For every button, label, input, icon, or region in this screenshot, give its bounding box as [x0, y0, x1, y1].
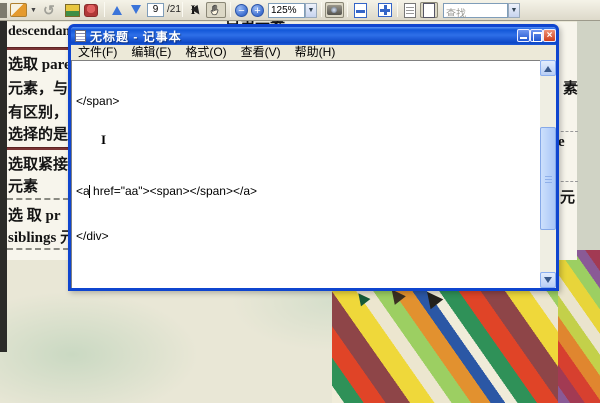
close-button[interactable]: ×	[543, 29, 556, 42]
continuous-layout-icon	[404, 2, 416, 18]
single-page-layout-button[interactable]	[420, 2, 438, 18]
menu-help[interactable]: 帮助(H)	[288, 45, 343, 60]
send-button[interactable]	[10, 2, 27, 18]
previous-page-button[interactable]	[109, 2, 125, 18]
table-dashed-line	[556, 131, 578, 132]
select-text-tool[interactable]: I	[187, 2, 205, 20]
send-icon	[10, 3, 27, 17]
table-dashed-line	[7, 198, 69, 200]
notepad-titlebar[interactable]: 无标题 - 记事本	[71, 27, 556, 45]
doc-text-fragment: 素	[563, 81, 579, 97]
pdf-toolbar: ▼ ↺ 9 /21 I − + 125% ▼ 查找 ▼	[0, 0, 600, 21]
notepad-scrollbar[interactable]	[540, 60, 556, 288]
code-line: <a href="aa"><span></span></a>	[76, 184, 258, 198]
zoom-out-icon: −	[235, 3, 248, 17]
menu-format[interactable]: 格式(O)	[178, 45, 233, 60]
toolbar-separator	[182, 2, 183, 17]
fit-width-icon	[354, 2, 367, 18]
doc-text-line: siblings 元	[8, 230, 76, 246]
highlighter-button[interactable]	[65, 2, 80, 18]
code-line: </span>	[76, 94, 120, 108]
table-dashed-line	[7, 248, 69, 250]
screen: 兄弟元素 descendant 选取 pare 元素，与 有区别， 选择的是 选…	[0, 0, 600, 403]
zoom-in-button[interactable]: +	[250, 2, 265, 18]
find-dropdown-arrow[interactable]: ▼	[508, 3, 520, 18]
doc-text-line: 选取紧接	[8, 157, 69, 173]
menu-file[interactable]: 文件(F)	[71, 45, 124, 60]
minimize-button[interactable]	[517, 29, 530, 42]
previous-page-icon	[112, 1, 122, 15]
highlighter-icon	[65, 3, 80, 17]
fit-width-button[interactable]	[352, 2, 369, 18]
notepad-window: 无标题 - 记事本 × 文件(F) 编辑(E) 格式(O) 查看(V) 帮助(H…	[68, 24, 559, 291]
zoom-in-icon: +	[251, 3, 264, 17]
menu-view[interactable]: 查看(V)	[234, 45, 288, 60]
toolbar-separator	[397, 2, 398, 17]
find-input[interactable]: 查找	[443, 3, 508, 20]
maximize-button[interactable]	[530, 29, 543, 42]
table-border-line	[7, 47, 69, 50]
fit-page-button[interactable]	[376, 2, 393, 18]
send-dropdown-arrow[interactable]: ▼	[29, 2, 38, 18]
camera-lens	[331, 7, 337, 13]
ibeam-mouse-cursor: I	[101, 132, 107, 147]
menu-edit[interactable]: 编辑(E)	[124, 45, 178, 60]
zoom-level-combobox[interactable]: 125%	[268, 3, 305, 18]
snapshot-button[interactable]	[325, 2, 344, 18]
clipped-toolbar-icon[interactable]	[0, 2, 7, 18]
doc-text-line: 选 取 pr	[8, 208, 61, 224]
zoom-dropdown-arrow[interactable]: ▼	[305, 3, 317, 18]
doc-text-line: 元素，与	[8, 81, 69, 97]
toolbar-separator	[230, 2, 231, 17]
snapshot-camera-icon	[327, 5, 342, 15]
table-border-line	[7, 147, 69, 150]
toolbar-separator	[347, 2, 348, 17]
stamp-icon	[84, 3, 98, 17]
doc-text-descendant: descendant	[8, 24, 75, 39]
colored-pencils-photo-edge	[558, 238, 600, 403]
notepad-app-icon	[75, 30, 86, 42]
scroll-up-icon	[544, 62, 552, 72]
scrollbar-thumb[interactable]	[540, 127, 556, 230]
window-title: 无标题 - 记事本	[90, 29, 182, 44]
table-dashed-line	[556, 181, 578, 182]
continuous-layout-button[interactable]	[402, 2, 418, 18]
viewer-left-edge	[0, 20, 7, 352]
doc-text-line: 选取 pare	[8, 57, 71, 73]
doc-text-line: 有区别，	[8, 105, 69, 121]
doc-text-fragment: e	[558, 134, 565, 150]
next-page-button[interactable]	[128, 2, 144, 18]
refresh-button[interactable]: ↺	[43, 2, 55, 18]
refresh-icon: ↺	[43, 1, 55, 18]
scroll-down-button[interactable]	[540, 272, 556, 288]
hand-tool[interactable]	[206, 2, 226, 18]
doc-text-line: 选择的是	[8, 127, 69, 143]
clipped-icon	[0, 2, 7, 18]
text-caret	[89, 185, 90, 198]
doc-text-fragment: 元	[560, 190, 576, 206]
single-page-layout-icon	[423, 2, 435, 18]
fit-page-icon	[377, 3, 392, 17]
hand-tool-icon	[210, 4, 219, 16]
scroll-up-button[interactable]	[540, 60, 556, 76]
next-page-icon	[131, 5, 141, 19]
scroll-down-icon	[544, 276, 552, 287]
notepad-text-area[interactable]: </span> <a href="aa"><span></span></a> <…	[71, 60, 540, 288]
pdf-page-margin	[577, 20, 600, 250]
page-total-label: /21	[167, 4, 181, 15]
stamp-button[interactable]	[84, 2, 98, 18]
code-line: </div>	[76, 229, 109, 243]
toolbar-separator	[321, 2, 322, 17]
zoom-out-button[interactable]: −	[234, 2, 249, 18]
page-number-input[interactable]: 9	[147, 3, 164, 17]
notepad-menubar: 文件(F) 编辑(E) 格式(O) 查看(V) 帮助(H)	[71, 45, 556, 60]
toolbar-separator	[104, 2, 105, 17]
doc-text-line: 元素	[8, 179, 39, 195]
